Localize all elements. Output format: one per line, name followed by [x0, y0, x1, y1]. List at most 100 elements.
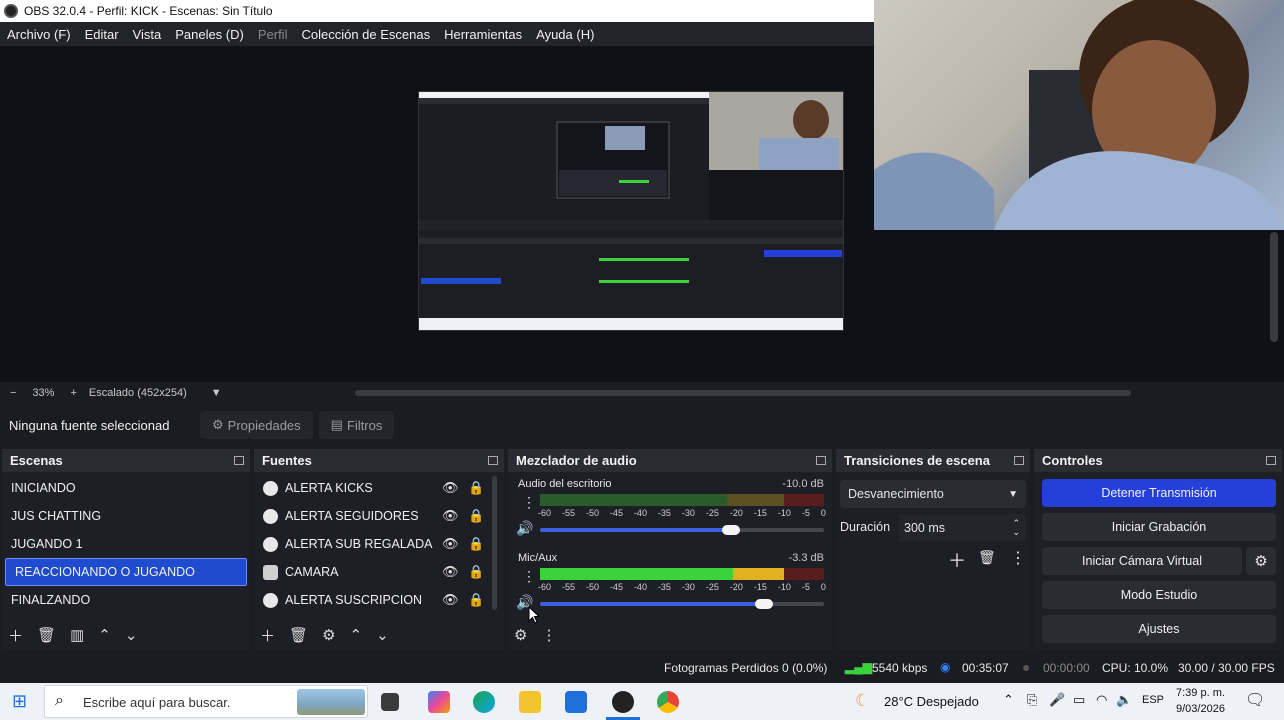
- stop-stream-button[interactable]: Detener Transmisión: [1042, 479, 1276, 507]
- lock-icon[interactable]: 🔒: [468, 564, 484, 580]
- search-placeholder: Escribe aquí para buscar.: [83, 695, 231, 710]
- source-item[interactable]: CAMARA 👁 🔒: [254, 558, 504, 586]
- windows-start-icon[interactable]: ⊞: [12, 691, 27, 712]
- tick-label: -60: [538, 582, 552, 592]
- menu-coleccion-escenas[interactable]: Colección de Escenas: [294, 27, 437, 42]
- notifications-icon[interactable]: 🗨: [1245, 690, 1265, 710]
- scene-filters-icon[interactable]: ▥: [70, 626, 84, 644]
- start-recording-button[interactable]: Iniciar Grabación: [1042, 513, 1276, 541]
- visibility-eye-icon[interactable]: 👁: [442, 592, 459, 608]
- controls-dock: Controles Detener Transmisión Iniciar Gr…: [1034, 449, 1282, 650]
- menu-editar[interactable]: Editar: [78, 27, 126, 42]
- menu-herramientas[interactable]: Herramientas: [437, 27, 529, 42]
- scale-dropdown-icon[interactable]: ▼: [211, 387, 222, 399]
- mixer-toolbar: ⚙ ⋮: [508, 620, 832, 650]
- delete-transition-icon[interactable]: 🗑: [978, 549, 996, 566]
- tick-label: -50: [585, 582, 599, 592]
- source-item[interactable]: ALERTA SUB REGALADA 👁 🔒: [254, 530, 504, 558]
- transition-select[interactable]: Desvanecimiento ▼: [840, 480, 1026, 508]
- add-transition-icon[interactable]: ＋: [948, 547, 966, 573]
- preview-vertical-scrollbar[interactable]: [1270, 232, 1278, 342]
- edge-browser-icon[interactable]: [473, 691, 495, 713]
- battery-icon[interactable]: ▭: [1073, 692, 1085, 708]
- delete-source-icon[interactable]: 🗑: [289, 626, 308, 644]
- move-down-icon[interactable]: ⌄: [125, 626, 138, 644]
- microphone-icon[interactable]: 🎤: [1049, 692, 1065, 708]
- volume-slider-handle[interactable]: [722, 525, 740, 535]
- source-item[interactable]: ALERTA SEGUIDORES 👁 🔒: [254, 502, 504, 530]
- copilot-icon[interactable]: [428, 691, 450, 713]
- chrome-icon[interactable]: [657, 691, 679, 713]
- visibility-eye-icon[interactable]: 👁: [442, 536, 459, 552]
- clock-time[interactable]: 7:39 p. m.: [1176, 687, 1225, 699]
- menu-archivo[interactable]: Archivo (F): [0, 27, 78, 42]
- menu-vista[interactable]: Vista: [126, 27, 169, 42]
- undock-icon[interactable]: [1266, 456, 1276, 465]
- undock-icon[interactable]: [234, 456, 244, 465]
- add-source-icon[interactable]: ＋: [260, 625, 275, 646]
- weather-text[interactable]: 28°C Despejado: [884, 694, 979, 709]
- move-down-icon[interactable]: ⌄: [376, 626, 389, 644]
- source-properties-icon[interactable]: ⚙: [322, 626, 335, 644]
- undock-icon[interactable]: [1014, 456, 1024, 465]
- volume-slider-handle[interactable]: [755, 599, 773, 609]
- move-up-icon[interactable]: ⌃: [98, 626, 111, 644]
- clock-date[interactable]: 9/03/2026: [1176, 703, 1225, 715]
- lock-icon[interactable]: 🔒: [468, 508, 484, 524]
- file-explorer-icon[interactable]: [519, 691, 541, 713]
- lock-icon[interactable]: 🔒: [468, 536, 484, 552]
- speaker-icon[interactable]: 🔊: [516, 520, 533, 537]
- zoom-in-button[interactable]: +: [70, 387, 76, 399]
- channel-menu-icon[interactable]: ⋮: [522, 494, 536, 511]
- source-item[interactable]: ALERTA KICKS 👁 🔒: [254, 474, 504, 502]
- preview-canvas[interactable]: [418, 91, 844, 331]
- properties-label: Propiedades: [227, 417, 301, 433]
- menu-perfil[interactable]: Perfil: [251, 27, 295, 42]
- scene-item[interactable]: INICIANDO: [2, 474, 250, 502]
- mouse-cursor-icon: [528, 606, 540, 624]
- menu-ayuda[interactable]: Ayuda (H): [529, 27, 601, 42]
- zoom-out-button[interactable]: −: [10, 387, 16, 399]
- scene-item[interactable]: FINALZANDO: [2, 586, 250, 614]
- channel-menu-icon[interactable]: ⋮: [522, 568, 536, 585]
- delete-scene-icon[interactable]: 🗑: [37, 626, 56, 644]
- volume-icon[interactable]: 🔈: [1116, 692, 1132, 708]
- stepper-icon[interactable]: ⌃ ⌄: [1012, 519, 1020, 537]
- visibility-eye-icon[interactable]: 👁: [442, 564, 459, 580]
- scene-item[interactable]: JUS CHATTING: [2, 502, 250, 530]
- lock-icon[interactable]: 🔒: [468, 480, 484, 496]
- studio-mode-button[interactable]: Modo Estudio: [1042, 581, 1276, 609]
- sources-scrollbar[interactable]: [492, 476, 497, 610]
- language-indicator[interactable]: ESP: [1142, 694, 1164, 706]
- task-view-icon[interactable]: [381, 693, 399, 711]
- network-device-icon[interactable]: ⎘: [1027, 692, 1037, 708]
- visibility-eye-icon[interactable]: 👁: [442, 480, 459, 496]
- controls-dock-header: Controles: [1034, 449, 1282, 472]
- show-hidden-icons-chevron-icon[interactable]: ⌃: [1003, 692, 1014, 708]
- transition-menu-icon[interactable]: ⋮: [1010, 548, 1026, 568]
- visibility-eye-icon[interactable]: 👁: [442, 508, 459, 524]
- scene-item-selected[interactable]: REACCIONANDO O JUGANDO: [5, 558, 247, 586]
- lock-icon[interactable]: 🔒: [468, 592, 484, 608]
- scene-item[interactable]: JUGANDO 1: [2, 530, 250, 558]
- properties-button[interactable]: ⚙ Propiedades: [200, 411, 313, 439]
- source-item[interactable]: ALERTA SUSCRIPCION 👁 🔒: [254, 586, 504, 614]
- advanced-audio-gear-icon[interactable]: ⚙: [514, 626, 527, 644]
- menu-paneles[interactable]: Paneles (D): [168, 27, 251, 42]
- source-label: ALERTA KICKS: [285, 481, 373, 495]
- move-up-icon[interactable]: ⌃: [350, 626, 363, 644]
- wifi-icon[interactable]: ◠: [1096, 692, 1107, 708]
- filters-button[interactable]: ▤ Filtros: [318, 411, 395, 439]
- undock-icon[interactable]: [816, 456, 826, 465]
- taskbar-search-box[interactable]: ⌕ Escribe aquí para buscar.: [44, 685, 368, 718]
- add-scene-icon[interactable]: ＋: [8, 625, 23, 646]
- mixer-menu-icon[interactable]: ⋮: [541, 626, 556, 644]
- virtual-camera-settings-gear-icon[interactable]: ⚙: [1246, 547, 1276, 575]
- start-virtual-camera-button[interactable]: Iniciar Cámara Virtual: [1042, 547, 1242, 575]
- preview-horizontal-scrollbar[interactable]: [355, 390, 1131, 396]
- undock-icon[interactable]: [488, 456, 498, 465]
- settings-button[interactable]: Ajustes: [1042, 615, 1276, 643]
- obs-taskbar-icon[interactable]: [612, 691, 634, 713]
- duration-input[interactable]: 300 ms ⌃ ⌄: [898, 514, 1026, 542]
- outlook-icon[interactable]: [565, 691, 587, 713]
